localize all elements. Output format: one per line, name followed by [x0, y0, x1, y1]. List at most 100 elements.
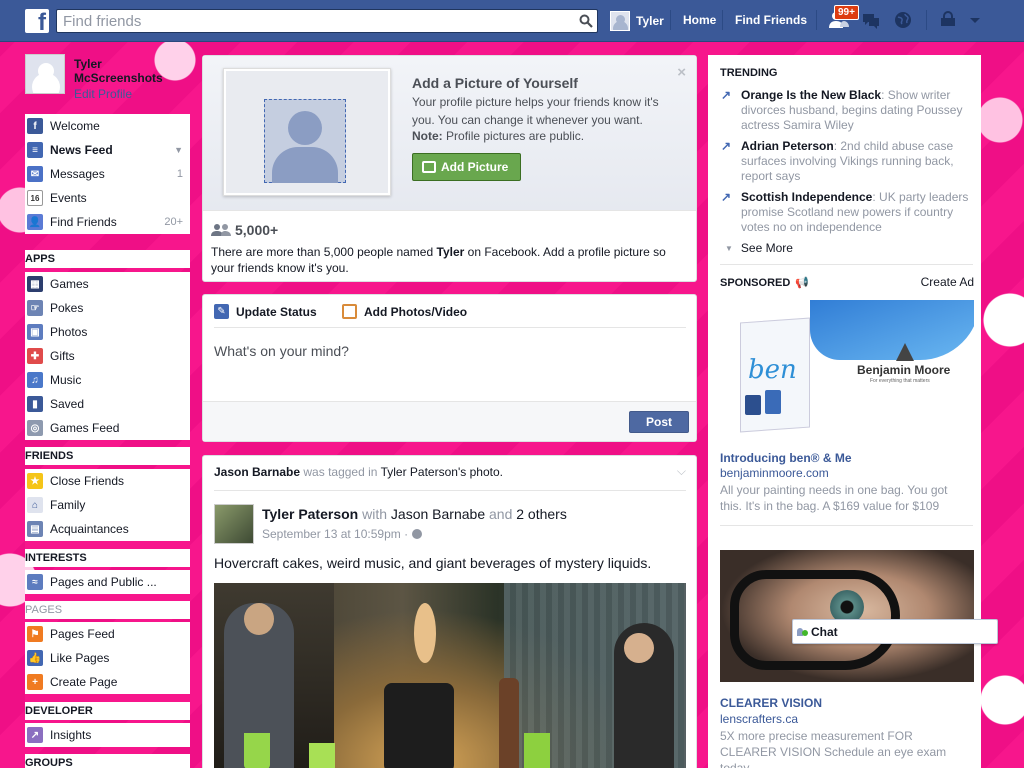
name-count-description: There are more than 5,000 people named T…	[211, 244, 681, 276]
sidebar-item-insights[interactable]: ↗ Insights	[25, 723, 190, 747]
ad-title[interactable]: Introducing ben® & Me	[720, 451, 852, 465]
close-icon[interactable]: ×	[677, 64, 686, 81]
create-ad-link[interactable]: Create Ad	[921, 275, 974, 289]
timestamp-link[interactable]: September 13 at 10:59pm ·	[262, 527, 408, 541]
with-text: with	[362, 506, 388, 522]
trending-heading: TRENDING	[720, 67, 778, 79]
sidebar-item-news-feed[interactable]: ≡ News Feed ▼	[25, 138, 190, 162]
note-text: Profile pictures are public.	[446, 129, 585, 143]
sidebar-item-pokes[interactable]: ☞ Pokes	[25, 296, 190, 320]
story-owner-link[interactable]: Tyler Paterson's	[381, 465, 467, 479]
story-header: Jason Barnabe was tagged in Tyler Paters…	[214, 465, 503, 479]
trending-item[interactable]: ↗ Orange Is the New Black: Show writer d…	[721, 88, 971, 133]
sidebar-item-close-friends[interactable]: ★ Close Friends	[25, 469, 190, 493]
tagged-friend-link[interactable]: Jason Barnabe	[391, 506, 485, 522]
ad-image-benjamin-moore[interactable]: ben Benjamin Moore For everything that m…	[720, 300, 974, 445]
sidebar-item-like-pages[interactable]: 👍 Like Pages	[25, 646, 190, 670]
status-input[interactable]: What's on your mind?	[214, 343, 349, 359]
section-heading-friends[interactable]: FRIENDS	[25, 447, 190, 465]
trending-title: Adrian Peterson	[741, 139, 834, 153]
ad-title[interactable]: CLEARER VISION	[720, 696, 822, 710]
others-link[interactable]: 2 others	[516, 506, 567, 522]
trending-title: Orange Is the New Black	[741, 88, 882, 102]
sidebar-item-pages-and-public[interactable]: ≈ Pages and Public ...	[25, 570, 190, 594]
nav-profile-link[interactable]: Tyler	[610, 11, 664, 31]
chat-tab[interactable]: Chat	[792, 619, 998, 644]
profile-avatar[interactable]	[25, 54, 65, 94]
sidebar-item-acquaintances[interactable]: ▤ Acquaintances	[25, 517, 190, 541]
facebook-logo[interactable]: f	[25, 9, 49, 33]
sidebar-item-music[interactable]: ♫ Music	[25, 368, 190, 392]
story-options-chevron-icon[interactable]: ⌵	[677, 464, 686, 479]
globe-notifications-icon[interactable]	[892, 9, 914, 31]
people-icon	[211, 224, 231, 236]
sidebar-item-events[interactable]: 16 Events	[25, 186, 190, 210]
divider	[720, 525, 973, 526]
divider	[720, 264, 973, 265]
nav-home-link[interactable]: Home	[683, 13, 716, 27]
sidebar-item-games[interactable]: ▦ Games	[25, 272, 190, 296]
sidebar-item-messages[interactable]: ✉ Messages 1	[25, 162, 190, 186]
sidebar-item-find-friends[interactable]: 👤 Find Friends 20+	[25, 210, 190, 234]
ad-url[interactable]: lenscrafters.ca	[720, 712, 798, 726]
sidebar-item-games-feed[interactable]: ◎ Games Feed	[25, 416, 190, 440]
plus-icon: +	[27, 674, 43, 690]
author-avatar[interactable]	[214, 504, 254, 544]
section-heading-developer[interactable]: DEVELOPER	[25, 702, 190, 720]
messages-icon[interactable]	[860, 9, 882, 31]
sidebar-item-family[interactable]: ⌂ Family	[25, 493, 190, 517]
story-object-link[interactable]: photo.	[470, 465, 503, 479]
story-photo[interactable]	[214, 583, 686, 768]
ad-description: All your painting needs in one bag. You …	[720, 483, 948, 513]
nav-find-friends-link[interactable]: Find Friends	[735, 13, 807, 27]
author-link[interactable]: Tyler Paterson	[262, 506, 358, 522]
globe-icon	[412, 529, 423, 539]
profile-name[interactable]: Tyler McScreenshots	[74, 57, 184, 85]
sidebar-item-label: Welcome	[50, 119, 100, 133]
sidebar-item-welcome[interactable]: f Welcome	[25, 114, 190, 138]
tab-update-status[interactable]: ✎ Update Status	[214, 304, 317, 319]
friend-requests-badge: 99+	[834, 5, 859, 20]
ad-description: 5X more precise measurement FOR CLEARER …	[720, 729, 947, 768]
tab-add-photos[interactable]: Add Photos/Video	[342, 304, 467, 319]
sidebar-item-create-page[interactable]: + Create Page	[25, 670, 190, 694]
camera-icon	[422, 161, 436, 173]
pencil-icon: ✎	[214, 304, 229, 319]
story-actor-link[interactable]: Jason Barnabe	[214, 465, 300, 479]
search-input[interactable]	[57, 10, 557, 32]
section-heading-apps[interactable]: APPS	[25, 250, 190, 268]
add-picture-description: Your profile picture helps your friends …	[412, 95, 659, 127]
nav-divider	[670, 10, 671, 30]
status-composer: ✎ Update Status Add Photos/Video What's …	[202, 294, 697, 442]
privacy-shortcuts-icon[interactable]	[937, 9, 959, 31]
options-chevron-icon[interactable]: ▼	[174, 145, 183, 155]
section-heading-groups[interactable]: GROUPS	[25, 754, 190, 768]
bookmark-icon: ▮	[27, 396, 43, 412]
post-button[interactable]: Post	[629, 411, 689, 433]
sidebar-item-gifts[interactable]: ✚ Gifts	[25, 344, 190, 368]
sidebar-item-pages-feed[interactable]: ⚑ Pages Feed	[25, 622, 190, 646]
add-picture-button[interactable]: Add Picture	[412, 153, 521, 181]
nav-divider	[722, 10, 723, 30]
nav-divider	[926, 10, 927, 30]
sidebar-item-saved[interactable]: ▮ Saved	[25, 392, 190, 416]
sidebar-item-label: Games Feed	[50, 421, 120, 435]
account-settings-chevron-icon[interactable]	[964, 9, 986, 31]
nav-divider	[816, 10, 817, 30]
section-heading-interests[interactable]: INTERESTS	[25, 549, 190, 567]
story-header-text: was tagged in	[303, 465, 378, 479]
search-icon[interactable]	[575, 10, 597, 32]
sidebar-item-label: Family	[50, 498, 86, 512]
ad-logo-tagline: For everything that matters	[870, 378, 930, 384]
edit-profile-link[interactable]: Edit Profile	[74, 87, 132, 101]
trending-item[interactable]: ↗ Scottish Independence: UK party leader…	[721, 190, 971, 235]
tab-label: Add Photos/Video	[364, 304, 468, 319]
calendar-icon: 16	[27, 190, 43, 206]
trending-item[interactable]: ↗ Adrian Peterson: 2nd child abuse case …	[721, 139, 971, 184]
section-heading-pages[interactable]: PAGES	[25, 601, 190, 619]
sidebar-item-photos[interactable]: ▣ Photos	[25, 320, 190, 344]
add-picture-card: Add a Picture of Yourself Your profile p…	[202, 55, 697, 282]
ad-url[interactable]: benjaminmoore.com	[720, 466, 829, 480]
see-more-link[interactable]: ▼ See More	[725, 241, 793, 255]
ad-image-lenscrafters[interactable]	[720, 550, 974, 682]
